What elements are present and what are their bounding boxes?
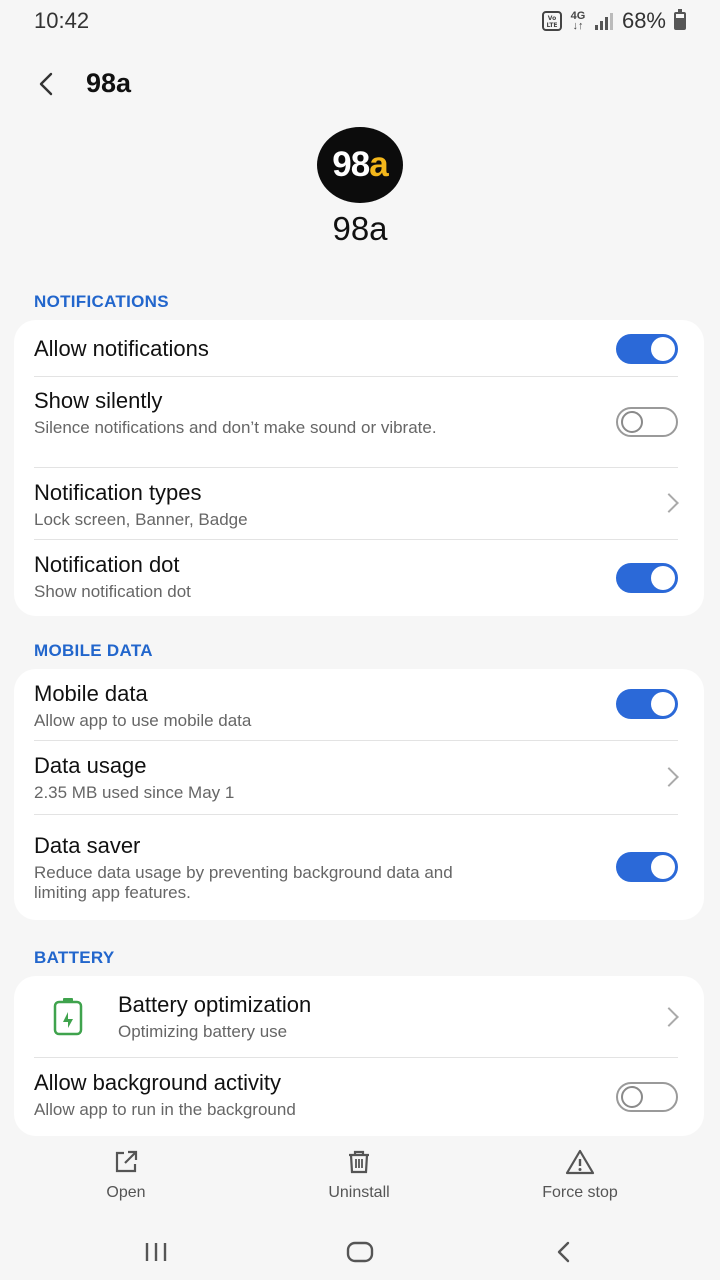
row-subtitle: Silence notifications and don’t make sou… [34,418,437,437]
force-stop-button[interactable]: Force stop [510,1148,650,1202]
mobile-data-card: Mobile data Allow app to use mobile data… [14,669,704,920]
app-logo-main: 98 [332,145,370,184]
home-button[interactable] [330,1234,390,1270]
bottom-action-bar: Open Uninstall Force stop [0,1148,720,1218]
battery-icon [674,9,686,30]
row-subtitle: Show notification dot [34,582,191,601]
notification-types-row[interactable]: Notification types Lock screen, Banner, … [34,480,678,530]
battery-percent: 68% [621,8,666,33]
show-silently-toggle[interactable] [616,407,678,437]
volte-icon: Vo LTE [541,11,562,31]
data-saver-row[interactable]: Data saver Reduce data usage by preventi… [34,833,678,903]
force-stop-label: Force stop [542,1184,618,1201]
open-external-icon [115,1150,138,1173]
row-title: Data usage [34,753,147,778]
row-title: Notification dot [34,552,180,577]
section-label-mobile-data: MOBILE DATA [34,641,153,660]
mobile-data-toggle[interactable] [616,689,678,719]
section-label-notifications: NOTIFICATIONS [34,292,169,311]
status-icons: Vo LTE 4G ↓↑ 68% [541,8,686,34]
network-4g-icon: 4G ↓↑ [570,10,586,32]
open-button[interactable]: Open [56,1148,196,1202]
app-logo: 98 a [317,127,403,203]
recent-apps-button[interactable] [126,1234,186,1270]
chevron-right-icon [659,1007,679,1027]
battery-optimization-row[interactable]: Battery optimization Optimizing battery … [118,992,638,1042]
row-title: Notification types [34,480,202,505]
app-bar: 98a [0,60,720,108]
system-nav-bar [0,1224,720,1280]
show-silently-row[interactable]: Show silently Silence notifications and … [34,388,678,438]
mobile-data-row[interactable]: Mobile data Allow app to use mobile data [34,681,678,731]
notification-dot-toggle[interactable] [616,563,678,593]
app-logo-accent: a [369,145,388,184]
uninstall-label: Uninstall [328,1184,390,1201]
section-label-battery: BATTERY [34,948,115,967]
allow-notifications-toggle[interactable] [616,334,678,364]
row-subtitle: Reduce data usage by preventing backgrou… [34,863,453,902]
row-subtitle: Optimizing battery use [118,1022,288,1041]
row-title: Battery optimization [118,992,312,1017]
row-subtitle: Allow app to use mobile data [34,711,252,730]
data-saver-toggle[interactable] [616,852,678,882]
row-title: Data saver [34,833,141,858]
arrow-left-icon [39,72,53,96]
status-time: 10:42 [34,8,90,33]
notifications-card: Allow notifications Show silently Silenc… [14,320,704,616]
home-icon [346,1241,374,1263]
recent-apps-icon [145,1243,167,1261]
allow-notifications-row[interactable]: Allow notifications [34,336,678,362]
trash-icon [349,1150,369,1174]
app-name: 98a [332,210,388,247]
svg-text:LTE: LTE [546,22,557,29]
notification-dot-row[interactable]: Notification dot Show notification dot [34,552,678,602]
warning-icon [565,1149,595,1175]
row-title: Allow background activity [34,1070,282,1095]
page-title: 98a [86,68,132,98]
background-activity-toggle[interactable] [616,1082,678,1112]
row-subtitle: Lock screen, Banner, Badge [34,510,248,529]
uninstall-button[interactable]: Uninstall [289,1148,429,1202]
signal-icon [594,12,614,30]
battery-card: Battery optimization Optimizing battery … [14,976,704,1136]
row-subtitle: 2.35 MB used since May 1 [34,783,235,802]
back-nav-button[interactable] [534,1234,594,1270]
row-subtitle: Allow app to run in the background [34,1100,296,1119]
battery-optimization-icon [53,998,83,1036]
row-title: Mobile data [34,681,148,706]
svg-text:Vo: Vo [548,15,556,22]
status-bar: 10:42 Vo LTE 4G ↓↑ 68% [0,0,720,40]
back-nav-icon [557,1241,570,1263]
background-activity-row[interactable]: Allow background activity Allow app to r… [34,1070,678,1120]
row-title: Allow notifications [34,336,209,361]
back-button[interactable] [30,68,62,100]
data-usage-row[interactable]: Data usage 2.35 MB used since May 1 [34,753,678,803]
open-label: Open [106,1184,146,1201]
row-title: Show silently [34,388,163,413]
